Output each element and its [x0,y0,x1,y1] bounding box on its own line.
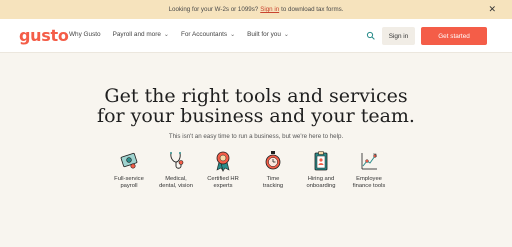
menu-item-why-gusto[interactable]: Why Gusto [69,31,101,38]
menu-item-label: Built for you [247,31,281,38]
hero-subheading: This isn't an easy time to run a busines… [168,133,344,140]
chart-icon [361,153,377,170]
menu-item-payroll[interactable]: Payroll and more ⌄ [113,31,169,38]
search-icon[interactable] [366,31,376,41]
menu-item-label: Payroll and more [112,31,161,38]
top-navigation: gusto Why Gusto Payroll and more ⌄ For A… [0,19,512,53]
menu-item-label: For Accountants [180,31,228,38]
headline-line-1: Get the right tools and services [104,85,408,107]
menu-item-built-for-you[interactable]: Built for you ⌄ [247,31,289,38]
feature-label-line2: finance tools [352,183,386,189]
menu-item-label: Why Gusto [69,31,101,38]
feature-list: Full-service payroll Medical, dental, vi… [101,150,401,200]
get-started-button[interactable]: Get started [421,27,487,45]
chevron-down-icon: ⌄ [163,32,169,38]
feature-label-line1: Employee [356,176,382,182]
menu-item-accountants[interactable]: For Accountants ⌄ [181,31,235,38]
gusto-logo[interactable]: gusto [19,26,69,45]
feature-hr-experts[interactable]: Certified HR experts [195,150,251,190]
headline-line-2: for your business and your team. [97,105,415,127]
feature-label-line2: experts [213,183,233,189]
banner-signin-link[interactable]: Sign in [260,6,279,13]
announcement-banner: Looking for your W-2s or 1099s? Sign in … [0,0,512,19]
money-icon [120,152,138,169]
feature-finance-tools[interactable]: Employee finance tools [341,150,397,190]
banner-text-after: to download tax forms. [281,6,344,13]
banner-text-before: Looking for your W-2s or 1099s? [168,6,259,13]
close-icon[interactable]: ✕ [488,4,496,14]
hero-headline: Get the right tools and services for you… [0,86,512,126]
chevron-down-icon: ⌄ [283,32,289,38]
signin-button[interactable]: Sign in [382,27,415,45]
badge-icon [216,151,230,172]
clipboard-icon [314,151,328,171]
feature-label-line1: Certified HR [207,176,239,182]
chevron-down-icon: ⌄ [230,32,236,38]
stethoscope-icon [170,152,184,169]
main-menu: Why Gusto Payroll and more ⌄ For Account… [69,31,301,38]
stopwatch-icon [265,151,281,170]
